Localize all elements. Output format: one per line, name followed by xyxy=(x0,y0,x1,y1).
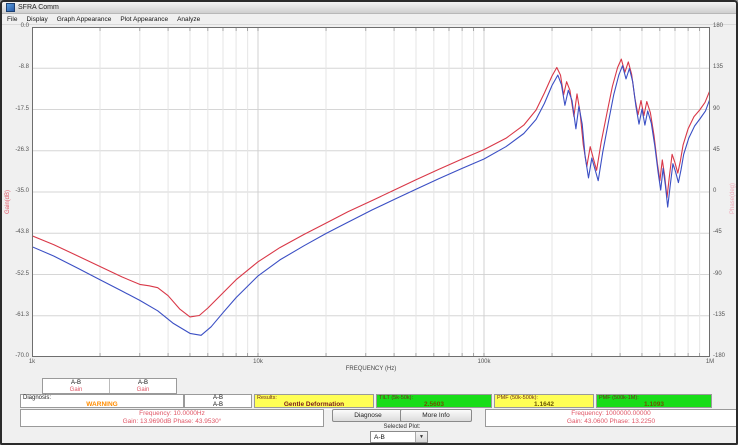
app-window: SFRA Comm File Display Graph Appearance … xyxy=(0,0,738,445)
cursor-gain-phase: Gain: 43.0600 Phase: 13.2250 xyxy=(486,418,736,426)
menu-graph-appearance[interactable]: Graph Appearance xyxy=(57,16,112,23)
results-box: Results: Gentle Deformation xyxy=(254,394,374,408)
x-axis-tick: 100k xyxy=(472,359,496,366)
y-axis-tick-right: -135 xyxy=(713,312,738,319)
legend-plot-name: A-B xyxy=(43,380,109,387)
y-axis-tick-right: -45 xyxy=(713,229,738,236)
more-info-button[interactable]: More Info xyxy=(400,409,472,422)
window-title: SFRA Comm xyxy=(18,4,59,12)
cursor-frequency: Frequency: 10.0000Hz xyxy=(21,410,323,418)
cursor-gain-phase: Gain: 13.9690dB Phase: 43.9530° xyxy=(21,418,323,426)
diagnosis-status: WARNING xyxy=(21,402,183,409)
pmf1-value: 1.1642 xyxy=(495,401,593,408)
selected-plot-value: A-B xyxy=(371,434,415,441)
diagnose-button[interactable]: Diagnose xyxy=(332,409,404,422)
legend-cell: A-B Gain xyxy=(43,379,109,393)
y-axis-tick-left: -61.3 xyxy=(2,312,29,319)
diagnosis-box: Diagnosis: WARNING xyxy=(20,394,184,408)
y-axis-tick-right: 0 xyxy=(713,188,738,195)
x-axis-tick: 10k xyxy=(246,359,270,366)
menu-bar: File Display Graph Appearance Plot Appea… xyxy=(2,14,736,25)
pmf2-value: 1.1093 xyxy=(597,401,711,408)
menu-analyze[interactable]: Analyze xyxy=(177,16,200,23)
y-axis-tick-right: -90 xyxy=(713,271,738,278)
app-icon xyxy=(6,3,15,12)
pmf-500k-1m-box: PMF (500k-1M): 1.1093 xyxy=(596,394,712,408)
plot-list-item: A-B xyxy=(185,402,251,409)
y-axis-tick-left: -8.8 xyxy=(2,64,29,71)
legend-plot-name: A-B xyxy=(110,380,176,387)
y-axis-tick-right: 90 xyxy=(713,106,738,113)
pmf-50k-500k-box: PMF (50k-500k): 1.1642 xyxy=(494,394,594,408)
cursor-readout-left: Frequency: 10.0000Hz Gain: 13.9690dB Pha… xyxy=(20,409,324,427)
y-axis-tick-left: -35.0 xyxy=(2,188,29,195)
tilt-result-box: TILT (5k-50k): 2.5603 xyxy=(376,394,492,408)
plot-list-box: A-B A-B xyxy=(184,394,252,408)
selected-plot-label: Selected Plot: xyxy=(332,424,472,430)
legend-trace-name: Gain xyxy=(43,387,109,394)
y-axis-tick-left: -17.5 xyxy=(2,106,29,113)
legend-cell: A-B Gain xyxy=(109,379,176,393)
x-axis-title: FREQUENCY (Hz) xyxy=(32,366,710,372)
chevron-down-icon[interactable]: ▼ xyxy=(415,432,427,442)
y-axis-tick-left: -43.8 xyxy=(2,229,29,236)
cursor-frequency: Frequency: 1000000.00000 xyxy=(486,410,736,418)
menu-file[interactable]: File xyxy=(7,16,17,23)
legend-box: A-B Gain A-B Gain xyxy=(42,378,177,394)
y-axis-tick-left: 0.0 xyxy=(2,23,29,30)
selected-plot-dropdown[interactable]: A-B ▼ xyxy=(370,431,428,443)
title-bar[interactable]: SFRA Comm xyxy=(2,2,736,14)
x-axis-tick: 1M xyxy=(698,359,722,366)
y-axis-tick-right: 45 xyxy=(713,147,738,154)
cursor-readout-right: Frequency: 1000000.00000 Gain: 43.0600 P… xyxy=(485,409,737,427)
y-axis-tick-right: 180 xyxy=(713,23,738,30)
legend-trace-name: Gain xyxy=(110,387,176,394)
y-axis-tick-right: 135 xyxy=(713,64,738,71)
menu-display[interactable]: Display xyxy=(26,16,47,23)
y-axis-tick-left: -26.3 xyxy=(2,147,29,154)
menu-plot-appearance[interactable]: Plot Appearance xyxy=(120,16,168,23)
x-axis-tick: 1k xyxy=(20,359,44,366)
frequency-response-plot xyxy=(32,27,710,357)
tilt-value: 2.5603 xyxy=(377,401,491,408)
y-axis-tick-left: -52.5 xyxy=(2,271,29,278)
results-value: Gentle Deformation xyxy=(255,401,373,408)
